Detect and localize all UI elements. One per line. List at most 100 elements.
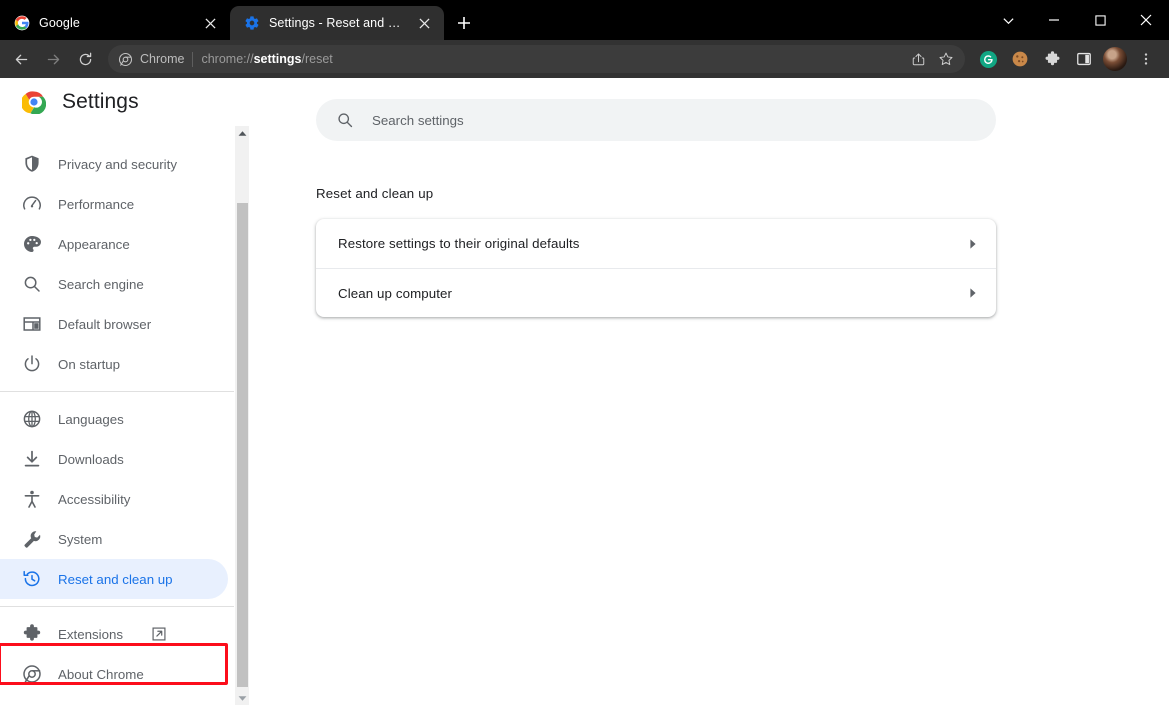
download-icon [24,450,40,467]
scrollbar-thumb[interactable] [237,203,248,687]
cookie-icon [1012,51,1028,67]
address-bar[interactable]: Chrome chrome://settings/reset [108,45,965,73]
url-suffix: /reset [301,52,333,66]
tab-search-button[interactable] [985,3,1031,37]
chevron-down-icon [1002,17,1014,24]
settings-sidebar: Settings Privacy and security Performanc… [0,78,234,705]
tab-title: Google [39,16,80,30]
search-input-placeholder[interactable]: Search settings [372,113,464,128]
chrome-outline-icon [118,52,133,66]
sidebar-item-downloads[interactable]: Downloads [0,439,228,479]
back-button[interactable] [6,44,36,74]
tab-settings[interactable]: Settings - Reset and clean up [230,6,444,40]
share-icon [912,52,924,65]
section-heading: Reset and clean up [316,186,434,201]
plus-icon [458,17,470,29]
search-icon [24,276,40,292]
cookie-extension-icon[interactable] [1005,44,1035,74]
side-panel-icon[interactable] [1069,44,1099,74]
row-clean-up-computer[interactable]: Clean up computer [316,268,996,317]
grammarly-extension-icon[interactable] [973,44,1003,74]
maximize-icon [1094,14,1106,26]
omnibox-divider [192,51,194,67]
chevron-right-icon [970,238,976,249]
reload-icon [79,52,91,65]
profile-avatar[interactable] [1103,47,1127,71]
puzzle-icon [23,624,41,641]
forward-button[interactable] [38,44,68,74]
close-tab-button[interactable] [200,13,220,33]
new-tab-button[interactable] [450,9,478,37]
three-dot-menu-icon [1144,53,1148,65]
sidebar-item-label: Performance [58,196,135,212]
bookmark-button[interactable] [933,46,959,72]
sidebar-item-label: System [58,531,103,547]
speedometer-icon [23,196,41,210]
sidebar-item-on-startup[interactable]: On startup [0,344,228,384]
sidebar-item-system[interactable]: System [0,519,228,559]
puzzle-icon [1045,50,1059,65]
close-tab-button[interactable] [414,13,434,33]
sidebar-item-performance[interactable]: Performance [0,184,228,224]
sidebar-item-label: Privacy and security [58,156,177,172]
page-title: Settings [62,90,139,113]
sidebar-item-label: Downloads [58,451,124,467]
search-settings-box[interactable]: Search settings [316,99,996,141]
external-link-icon [152,627,166,641]
close-icon [418,17,430,29]
scroll-up-button[interactable] [235,126,249,140]
caret-down-icon [238,695,246,701]
reload-button[interactable] [70,44,100,74]
shield-icon [25,155,39,172]
sidebar-item-search-engine[interactable]: Search engine [0,264,228,304]
share-button[interactable] [905,46,931,72]
settings-content: Search settings Reset and clean up Resto… [234,78,1169,705]
close-icon [1140,14,1152,26]
site-identity-chip[interactable]: Chrome [118,52,184,67]
sidebar-item-privacy-and-security[interactable]: Privacy and security [0,144,228,184]
close-window-button[interactable] [1123,3,1169,37]
sidebar-item-label: Extensions [58,626,124,642]
tab-google[interactable]: Google [0,6,230,40]
settings-header: Settings [0,78,234,126]
url-prefix: chrome:// [201,52,254,66]
sidebar-item-about-chrome[interactable]: About Chrome [0,654,228,694]
chrome-menu-icon[interactable] [1131,44,1161,74]
url-bold-part: settings [253,52,302,66]
nav-divider [0,606,234,607]
sidebar-scrollbar[interactable] [234,126,249,705]
sidebar-item-label: Reset and clean up [58,571,173,587]
close-icon [204,17,216,29]
minimize-button[interactable] [1031,3,1077,37]
sidebar-item-label: Appearance [58,236,130,252]
nav-divider [0,391,234,392]
browser-window-icon [23,317,41,331]
sidebar-item-extensions[interactable]: Extensions [0,614,228,654]
sidebar-item-label: Accessibility [58,491,131,507]
sidebar-item-label: On startup [58,356,121,372]
star-icon [939,52,953,65]
maximize-button[interactable] [1077,3,1123,37]
sidebar-item-default-browser[interactable]: Default browser [0,304,228,344]
tab-title: Settings - Reset and clean up [269,16,405,30]
sidebar-item-label: Languages [58,411,124,427]
history-restore-icon [23,570,40,587]
chrome-logo [22,91,46,114]
settings-nav-scroll: Privacy and security Performance Appeara… [0,126,234,705]
power-icon [24,355,40,372]
row-label: Restore settings to their original defau… [338,236,580,251]
window-controls [985,0,1169,40]
caret-up-icon [238,130,246,136]
sidebar-item-languages[interactable]: Languages [0,399,228,439]
sidebar-item-reset-and-clean-up[interactable]: Reset and clean up [0,559,228,599]
sidebar-item-accessibility[interactable]: Accessibility [0,479,228,519]
scroll-down-button[interactable] [235,691,249,705]
extensions-icon[interactable] [1037,44,1067,74]
settings-gear-favicon [245,16,259,30]
omnibox-actions [905,46,959,72]
sidebar-item-appearance[interactable]: Appearance [0,224,228,264]
settings-page: Settings Privacy and security Performanc… [0,78,1169,705]
row-restore-settings[interactable]: Restore settings to their original defau… [316,219,996,268]
minimize-icon [1049,19,1059,21]
wrench-icon [24,531,41,548]
